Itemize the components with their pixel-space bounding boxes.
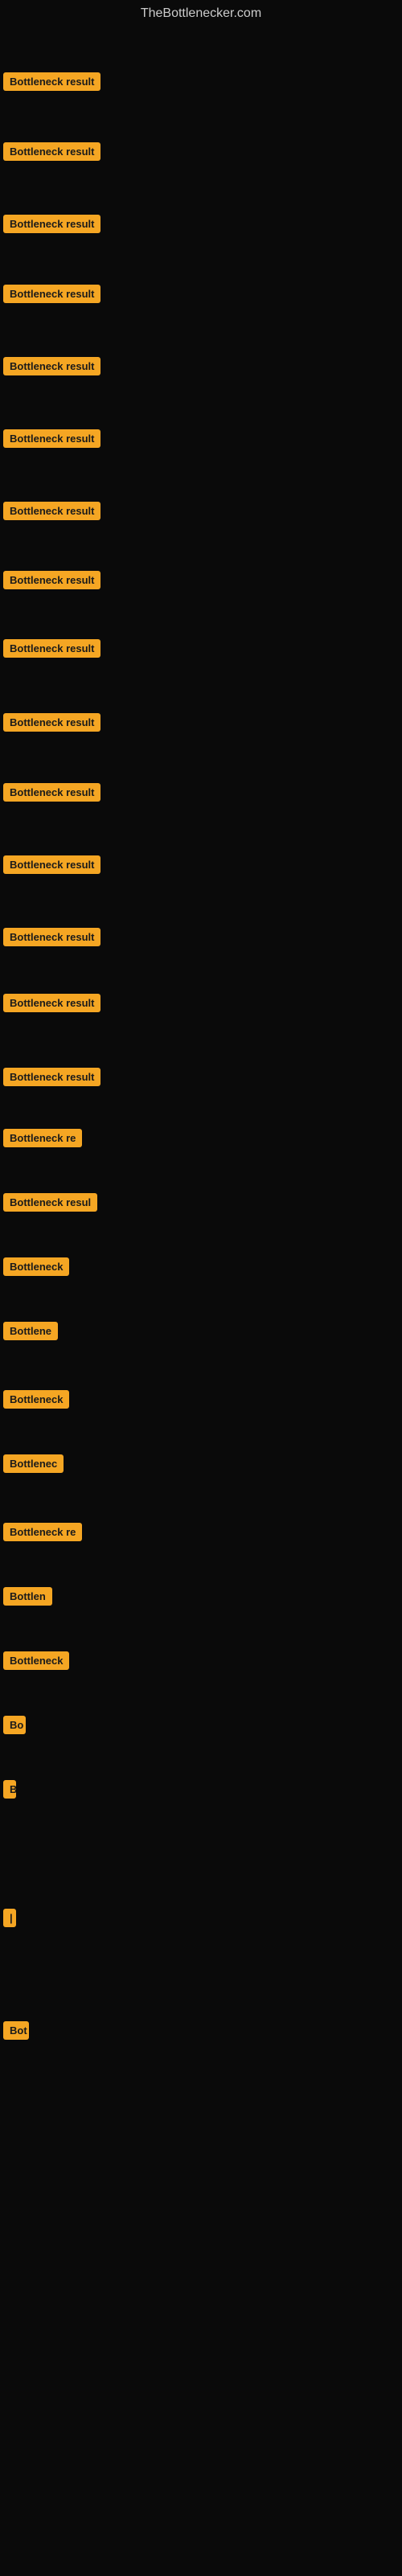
bottleneck-result-row: Bottleneck result <box>3 571 100 593</box>
bottleneck-label: Bottleneck result <box>3 783 100 802</box>
bottleneck-result-row: | <box>3 1909 16 1931</box>
bottleneck-result-row: Bottleneck resul <box>3 1193 97 1216</box>
bottleneck-label: Bottleneck result <box>3 639 100 658</box>
bottleneck-result-row: Bottleneck result <box>3 713 100 736</box>
bottleneck-result-row: Bottleneck result <box>3 72 100 95</box>
bottleneck-result-row: Bottleneck result <box>3 429 100 452</box>
bottleneck-label: Bottleneck result <box>3 855 100 874</box>
bottleneck-result-row: Bo <box>3 1716 26 1738</box>
bottleneck-result-row: Bottleneck result <box>3 994 100 1016</box>
bottleneck-label: Bottleneck <box>3 1651 69 1670</box>
bottleneck-label: Bottlene <box>3 1322 58 1340</box>
bottleneck-label: Bottleneck result <box>3 994 100 1012</box>
bottleneck-result-row: Bottlen <box>3 1587 52 1610</box>
bottleneck-label: Bottleneck result <box>3 1068 100 1086</box>
bottleneck-result-row: Bottleneck result <box>3 855 100 878</box>
bottleneck-label: Bottlenec <box>3 1454 64 1473</box>
bottleneck-result-row: Bottleneck result <box>3 285 100 307</box>
bottleneck-label: Bottleneck <box>3 1390 69 1409</box>
bottleneck-label: Bot <box>3 2021 29 2040</box>
bottleneck-result-row: Bottlenec <box>3 1454 64 1477</box>
bottleneck-label: Bottleneck re <box>3 1129 82 1147</box>
bottleneck-label: Bottleneck result <box>3 502 100 520</box>
bottleneck-result-row: Bottleneck result <box>3 639 100 662</box>
bottleneck-result-row: B <box>3 1780 16 1803</box>
bottleneck-result-row: Bottlene <box>3 1322 58 1344</box>
bottleneck-label: Bottleneck <box>3 1257 69 1276</box>
bottleneck-result-row: Bottleneck re <box>3 1523 82 1545</box>
bottleneck-label: Bottleneck result <box>3 571 100 589</box>
bottleneck-result-row: Bot <box>3 2021 29 2044</box>
bottleneck-result-row: Bottleneck result <box>3 1068 100 1090</box>
bottleneck-label: Bottleneck result <box>3 357 100 375</box>
bottleneck-label: Bottleneck resul <box>3 1193 97 1212</box>
site-title: TheBottlenecker.com <box>0 0 402 27</box>
bottleneck-result-row: Bottleneck result <box>3 357 100 379</box>
bottleneck-result-row: Bottleneck result <box>3 215 100 237</box>
bottleneck-result-row: Bottleneck <box>3 1257 69 1280</box>
bottleneck-result-row: Bottleneck result <box>3 783 100 806</box>
bottleneck-label: Bottleneck result <box>3 928 100 946</box>
bottleneck-result-row: Bottleneck <box>3 1390 69 1413</box>
bottleneck-label: Bottleneck result <box>3 713 100 732</box>
bottleneck-result-row: Bottleneck <box>3 1651 69 1674</box>
bottleneck-label: B <box>3 1780 16 1799</box>
bottleneck-label: | <box>3 1909 16 1927</box>
bottleneck-result-row: Bottleneck result <box>3 142 100 165</box>
bottleneck-label: Bo <box>3 1716 26 1734</box>
bottleneck-result-row: Bottleneck result <box>3 928 100 950</box>
bottleneck-label: Bottleneck result <box>3 429 100 448</box>
bottleneck-result-row: Bottleneck re <box>3 1129 82 1151</box>
bottleneck-label: Bottleneck result <box>3 215 100 233</box>
bottleneck-label: Bottleneck re <box>3 1523 82 1541</box>
bottleneck-label: Bottlen <box>3 1587 52 1606</box>
bottleneck-label: Bottleneck result <box>3 285 100 303</box>
bottleneck-result-row: Bottleneck result <box>3 502 100 524</box>
bottleneck-label: Bottleneck result <box>3 142 100 161</box>
bottleneck-label: Bottleneck result <box>3 72 100 91</box>
